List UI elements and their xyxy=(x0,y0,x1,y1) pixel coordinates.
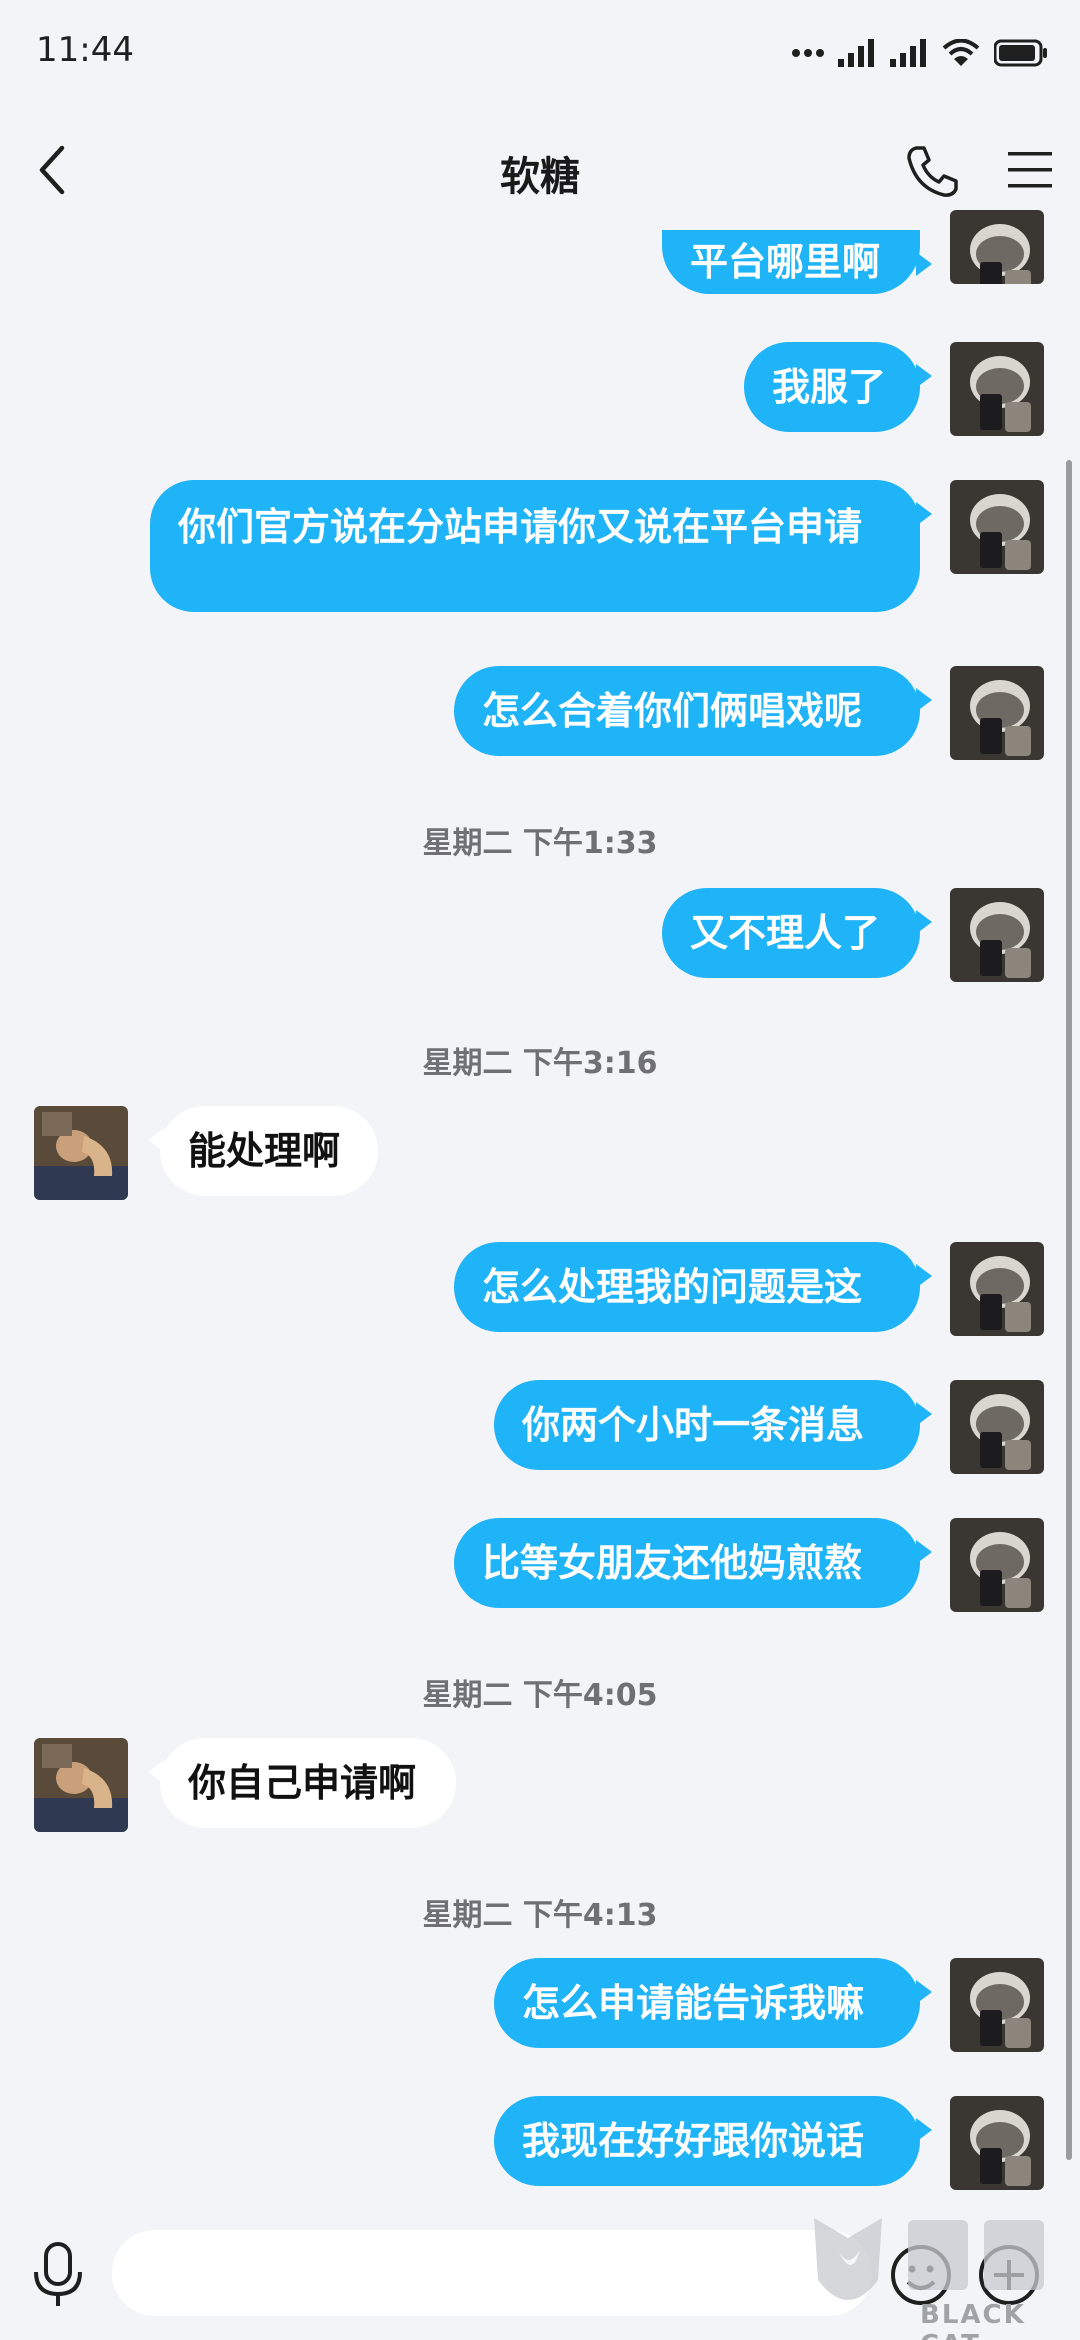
my-avatar[interactable] xyxy=(950,480,1044,574)
battery-icon xyxy=(994,39,1047,67)
received-message-bubble[interactable]: 你自己申请啊 xyxy=(148,1738,456,1828)
sent-message-bubble[interactable]: 又不理人了 xyxy=(662,888,932,978)
sent-message-bubble[interactable]: 你两个小时一条消息 xyxy=(494,1380,932,1470)
my-avatar[interactable] xyxy=(950,1518,1044,1612)
microphone-icon[interactable] xyxy=(30,2240,86,2310)
message-list[interactable]: 平台哪里啊我服了你们官方说在分站申请你又说在平台申请怎么合着你们俩唱戏呢星期二 … xyxy=(0,210,1080,2200)
sent-message-bubble[interactable]: 平台哪里啊 xyxy=(662,230,932,294)
sent-message-bubble[interactable]: 怎么合着你们俩唱戏呢 xyxy=(454,666,932,756)
my-avatar[interactable] xyxy=(950,1958,1044,2052)
status-icons xyxy=(792,36,1048,70)
timestamp: 星期二 下午1:33 xyxy=(422,826,658,861)
status-bar: 11:44 xyxy=(0,0,1080,110)
sent-message-bubble[interactable]: 比等女朋友还他妈煎熬 xyxy=(454,1518,932,1608)
timestamp: 星期二 下午3:16 xyxy=(422,1046,658,1081)
my-avatar[interactable] xyxy=(950,342,1044,436)
contact-avatar[interactable] xyxy=(34,1106,128,1200)
menu-icon[interactable] xyxy=(1004,146,1056,194)
chat-screen: 11:44 软糖 平台哪里啊 我服了 你们官方说在分站申请你又说在平台申请 怎么… xyxy=(0,0,1080,2340)
status-time: 11:44 xyxy=(36,30,134,70)
sent-message-bubble[interactable]: 我现在好好跟你说话 xyxy=(494,2096,932,2186)
my-avatar[interactable] xyxy=(950,210,1044,284)
my-avatar[interactable] xyxy=(950,1380,1044,1474)
my-avatar[interactable] xyxy=(950,1242,1044,1336)
phone-icon[interactable] xyxy=(906,144,958,198)
nav-bar: 软糖 xyxy=(0,110,1080,230)
received-message-bubble[interactable]: 能处理啊 xyxy=(148,1106,378,1196)
sent-message-bubble[interactable]: 怎么处理我的问题是这 xyxy=(454,1242,932,1332)
watermark-text: BLACK CAT xyxy=(920,2300,1026,2340)
sent-message-bubble[interactable]: 我服了 xyxy=(744,342,932,432)
signal-icon-2 xyxy=(890,39,926,67)
contact-avatar[interactable] xyxy=(34,1738,128,1832)
timestamp: 星期二 下午4:05 xyxy=(422,1678,658,1713)
my-avatar[interactable] xyxy=(950,2096,1044,2190)
more-dots-icon xyxy=(792,49,824,57)
message-input[interactable] xyxy=(112,2230,872,2316)
my-avatar[interactable] xyxy=(950,666,1044,760)
sent-message-bubble[interactable]: 怎么申请能告诉我嘛 xyxy=(494,1958,932,2048)
timestamp: 星期二 下午4:13 xyxy=(422,1898,658,1933)
wifi-icon xyxy=(942,39,980,66)
sent-message-bubble[interactable]: 你们官方说在分站申请你又说在平台申请 xyxy=(150,480,932,612)
my-avatar[interactable] xyxy=(950,888,1044,982)
signal-icon xyxy=(838,39,874,67)
